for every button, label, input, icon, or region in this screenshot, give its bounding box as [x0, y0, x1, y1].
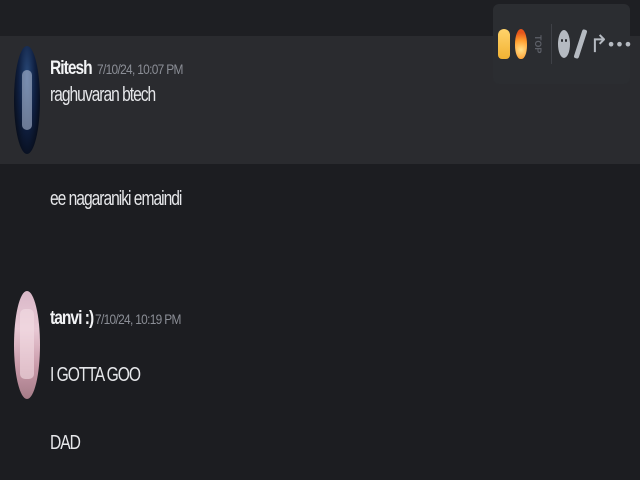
- message-header: Ritesh 7/10/24, 10:07 PM: [50, 58, 198, 82]
- top-emoji-icon: TOP: [533, 34, 544, 54]
- fire-reaction-button[interactable]: [514, 24, 529, 64]
- timestamp[interactable]: 7/10/24, 10:07 PM: [97, 61, 183, 77]
- fire-emoji-icon: [515, 29, 528, 59]
- message-actions-toolbar: TOP ↱ •••: [493, 4, 633, 84]
- avatar[interactable]: [14, 46, 40, 154]
- username[interactable]: Ritesh: [50, 58, 93, 80]
- edit-icon: [573, 28, 588, 60]
- message-text: DAD: [50, 432, 81, 454]
- add-reaction-button[interactable]: [556, 24, 571, 64]
- avatar[interactable]: [14, 291, 40, 399]
- message-text: I GOTTA GOO: [50, 364, 141, 386]
- message-text: raghuvaran btech: [50, 84, 156, 106]
- timestamp[interactable]: 7/10/24, 10:19 PM: [95, 311, 181, 327]
- chat-message-list: Ritesh 7/10/24, 10:07 PM raghuvaran btec…: [0, 0, 640, 480]
- edit-button[interactable]: [573, 24, 588, 64]
- thumbs-up-reaction-button[interactable]: [497, 24, 512, 64]
- reply-button[interactable]: ↱: [589, 24, 609, 64]
- message-text: ee nagaraniki emaindi: [50, 188, 182, 210]
- username[interactable]: tanvi :): [50, 308, 94, 330]
- message-header: tanvi :) 7/10/24, 10:19 PM: [50, 308, 196, 332]
- avatar-figure: [20, 309, 34, 379]
- toolbar-divider: [551, 24, 553, 64]
- avatar-figure: [22, 70, 32, 130]
- more-button[interactable]: •••: [606, 24, 632, 64]
- thumbs-up-emoji-icon: [498, 29, 511, 59]
- add-reaction-icon: [557, 30, 570, 58]
- top-reaction-button[interactable]: TOP: [531, 24, 546, 64]
- more-icon: •••: [606, 34, 632, 54]
